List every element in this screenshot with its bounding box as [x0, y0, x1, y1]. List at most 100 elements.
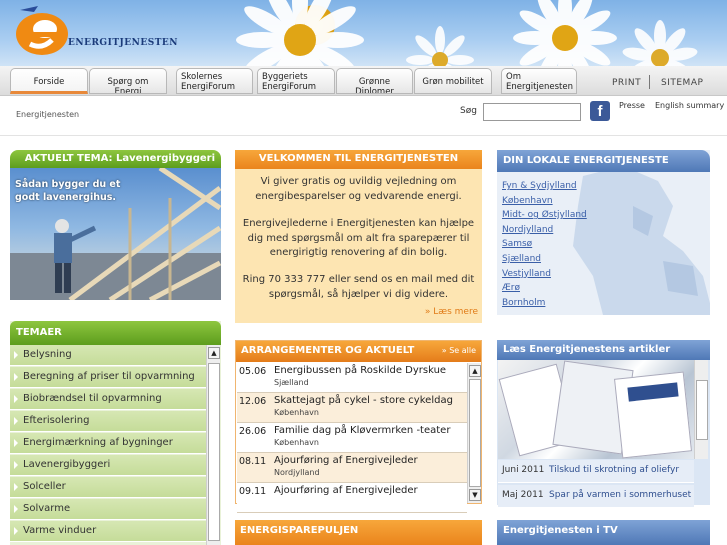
temaer-title: TEMAER	[10, 321, 221, 345]
construction-worker-photo[interactable]: Sådan bygger du et godt lavenergihus.	[10, 168, 221, 300]
breadcrumb[interactable]: Energitjenesten	[16, 110, 79, 119]
region-link[interactable]: Midt- og Østjylland	[502, 210, 587, 220]
arrow-right-icon	[14, 483, 18, 491]
tema-item[interactable]: Lavenergibyggeri	[10, 455, 206, 476]
article-date: Maj 2011	[502, 490, 544, 500]
read-more-link[interactable]: » Læs mere	[425, 307, 478, 317]
scroll-down-icon[interactable]: ▼	[469, 489, 481, 501]
tema-item-label: Efterisolering	[23, 415, 90, 426]
event-place: København	[274, 438, 319, 447]
article-row[interactable]: Juni 2011 Tilskud til skrotning af oliefy…	[498, 460, 694, 483]
artikler-title[interactable]: Læs Energitjenestens artikler	[497, 340, 710, 360]
region-link[interactable]: Nordjylland	[502, 225, 553, 235]
arrow-right-icon	[14, 439, 18, 447]
scroll-thumb[interactable]	[696, 380, 708, 440]
region-link[interactable]: Sjælland	[502, 254, 541, 264]
artikler-scrollbar[interactable]	[694, 360, 708, 459]
scroll-thumb[interactable]	[208, 363, 220, 541]
tema-item[interactable]: Biobrændsel til opvarmning	[10, 389, 206, 410]
event-row[interactable]: 26.06 Familie dag på Kløvermrken -teater K…	[237, 423, 467, 453]
tab-gron-mobilitet[interactable]: Grøn mobilitet	[414, 68, 492, 94]
header-banner: ENERGITJENESTEN	[0, 0, 727, 66]
logo-e-icon[interactable]	[12, 2, 78, 60]
events-scrollbar[interactable]: ▲ ▼	[467, 363, 481, 503]
region-link[interactable]: Fyn & Sydjylland	[502, 181, 577, 191]
tab-skolernes-energiforum[interactable]: Skolernes EnergiForum	[176, 68, 253, 94]
article-date: Juni 2011	[502, 465, 545, 475]
temaer-box: TEMAER Belysning Beregning af priser til …	[10, 321, 221, 545]
tema-item-label: Belysning	[23, 349, 72, 360]
tema-item-label: Biobrændsel til opvarmning	[23, 393, 162, 404]
event-row[interactable]: 12.06 Skattejagt på cykel - store cykelda…	[237, 393, 467, 423]
arrow-right-icon	[14, 505, 18, 513]
tema-item-label: Lavenergibyggeri	[23, 459, 111, 470]
region-link[interactable]: Vestjylland	[502, 269, 551, 279]
event-title[interactable]: Ajourføring af Energivejleder	[274, 455, 418, 466]
denmark-map-image[interactable]	[563, 166, 710, 315]
english-summary-link[interactable]: English summary	[655, 101, 724, 110]
daisy-illustration	[236, 0, 698, 66]
tema-item-label: Beregning af priser til opvarmning	[23, 371, 195, 382]
event-row[interactable]: 08.11 Ajourføring af Energivejleder Nordjy…	[237, 453, 467, 483]
region-link[interactable]: København	[502, 196, 553, 206]
scroll-thumb[interactable]	[469, 379, 481, 487]
tab-byggeriets-energiforum[interactable]: Byggeriets EnergiForum	[257, 68, 335, 94]
divider	[0, 135, 727, 136]
logo-text[interactable]: ENERGITJENESTEN	[68, 38, 178, 48]
tab-om-energitjenesten[interactable]: Om Energitjenesten	[501, 68, 577, 94]
events-box: ARRANGEMENTER OG AKTUELT » Se alle 05.06…	[235, 340, 482, 513]
event-title[interactable]: Familie dag på Kløvermrken -teater	[274, 425, 450, 436]
tema-item-label: Energimærkning af bygninger	[23, 437, 173, 448]
search-label: Søg	[460, 106, 477, 116]
event-title[interactable]: Ajourføring af Energivejleder	[274, 485, 418, 496]
scroll-up-icon[interactable]: ▲	[208, 347, 220, 359]
article-row[interactable]: Maj 2011 Spar på varmen i sommerhuset	[498, 485, 694, 508]
print-link[interactable]: PRINT	[612, 78, 641, 88]
article-title[interactable]: Spar på varmen i sommerhuset	[549, 490, 691, 500]
temaer-scrollbar[interactable]: ▲	[206, 345, 220, 545]
aktuelt-tema-box[interactable]: AKTUELT TEMA: Lavenergibyggeri Sådan byg…	[10, 150, 221, 300]
tema-item-label: Varme vinduer	[23, 525, 97, 536]
tema-item[interactable]: Energimærkning af bygninger	[10, 433, 206, 454]
tab-gronne-diplomer[interactable]: Grønne Diplomer	[336, 68, 413, 94]
region-link[interactable]: Bornholm	[502, 298, 545, 308]
tema-item[interactable]: Efterisolering	[10, 411, 206, 432]
artikler-box: Læs Energitjenestens artikler Juni 2011 T…	[497, 340, 710, 508]
arrow-right-icon	[14, 527, 18, 535]
scroll-up-icon[interactable]: ▲	[469, 365, 481, 377]
lokal-box: DIN LOKALE ENERGITJENESTE Fyn & Sydjylla…	[497, 150, 710, 315]
tab-sporg-om-energi[interactable]: Spørg om Energi	[89, 68, 167, 94]
facebook-icon[interactable]: f	[590, 101, 610, 121]
event-row[interactable]: 05.06 Energibussen på Roskilde Dyrskue Sjæ…	[237, 363, 467, 393]
event-title[interactable]: Energibussen på Roskilde Dyrskue	[274, 365, 446, 376]
event-place: Nordjylland	[274, 468, 320, 477]
welcome-paragraph: Vi giver gratis og uvildig vejledning om…	[255, 176, 462, 202]
events-title: ARRANGEMENTER OG AKTUELT	[241, 345, 415, 356]
search-input[interactable]	[483, 103, 581, 121]
arrow-right-icon	[14, 351, 18, 359]
tab-forside[interactable]: Forside	[10, 68, 88, 94]
region-link[interactable]: Ærø	[502, 283, 520, 293]
tema-item[interactable]: Solceller	[10, 477, 206, 498]
article-title[interactable]: Tilskud til skrotning af oliefyr	[549, 465, 679, 475]
presse-link[interactable]: Presse	[619, 101, 645, 110]
tema-item[interactable]: Solvarme	[10, 499, 206, 520]
newspapers-image[interactable]	[498, 360, 694, 459]
tema-item-label: Solvarme	[23, 503, 71, 514]
event-title[interactable]: Skattejagt på cykel - store cykeldag	[274, 395, 453, 406]
region-link[interactable]: Samsø	[502, 239, 532, 249]
aktuelt-tema-title[interactable]: AKTUELT TEMA: Lavenergibyggeri	[10, 150, 221, 168]
lokal-title: DIN LOKALE ENERGITJENESTE	[497, 150, 710, 172]
sitemap-link[interactable]: SITEMAP	[661, 78, 703, 88]
tema-item[interactable]: Beregning af priser til opvarmning	[10, 367, 206, 388]
event-row[interactable]: 09.11 Ajourføring af Energivejleder	[237, 483, 467, 513]
tema-item[interactable]: Varme vinduer	[10, 521, 206, 542]
event-date: 09.11	[239, 486, 267, 497]
tema-item[interactable]: Belysning	[10, 345, 206, 366]
welcome-paragraph: Energivejlederne i Energitjenesten kan h…	[242, 218, 475, 258]
event-date: 12.06	[239, 396, 267, 407]
welcome-paragraph: Ring 70 333 777 eller send os en mail me…	[242, 274, 475, 300]
see-all-link[interactable]: » Se alle	[442, 346, 476, 355]
tv-header[interactable]: Energitjenesten i TV	[497, 520, 710, 545]
energisparepuljen-header[interactable]: ENERGISPAREPULJEN	[235, 520, 482, 545]
